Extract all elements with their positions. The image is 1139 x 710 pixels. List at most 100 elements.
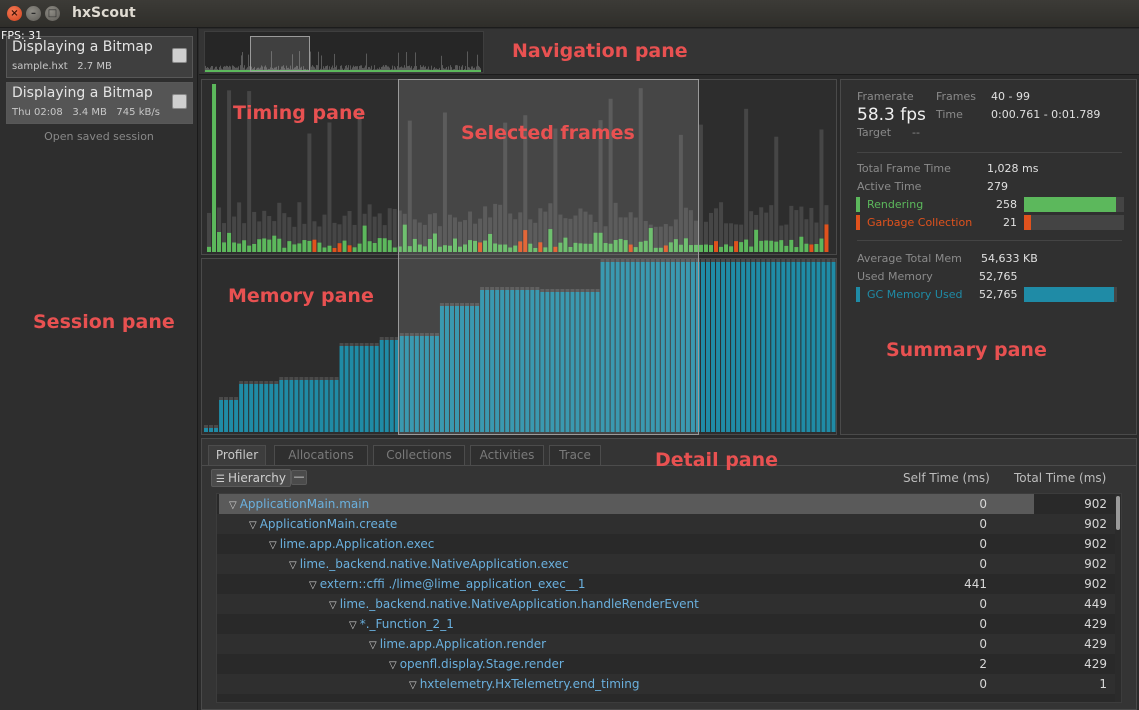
- nav-frame-bar: [415, 52, 416, 72]
- nav-render-bar: [318, 70, 319, 72]
- nav-render-bar: [320, 70, 321, 72]
- nav-frame-bar: [310, 51, 311, 72]
- row-name[interactable]: ▽ lime._backend.native.NativeApplication.…: [289, 554, 569, 576]
- row-name[interactable]: ▽ lime.app.Application.exec: [269, 534, 434, 556]
- memory-bar: [781, 262, 786, 432]
- memory-bar: [309, 380, 314, 432]
- row-self-time: 0: [979, 517, 987, 531]
- row-label: lime.app.Application.exec: [279, 537, 435, 551]
- row-name[interactable]: ▽ lime._backend.native.NativeApplication.…: [329, 594, 699, 616]
- gc-bar: [1024, 215, 1031, 230]
- nav-render-bar: [355, 70, 356, 72]
- expand-triangle-icon[interactable]: ▽: [249, 520, 257, 531]
- memory-bar: [259, 384, 264, 432]
- table-row[interactable]: ▽ ApplicationMain.main 0 902: [217, 494, 1121, 516]
- frame-time-bar: [749, 211, 754, 252]
- memory-bar: [219, 400, 224, 432]
- nav-frame-bar: [321, 55, 322, 72]
- row-name[interactable]: ▽ *._Function_2_1: [349, 614, 454, 636]
- close-window-button[interactable]: ×: [7, 6, 22, 21]
- row-label: ApplicationMain.create: [259, 517, 398, 531]
- session-item[interactable]: Displaying a Bitmap sample.hxt 2.7 MB: [6, 36, 193, 78]
- session-name: Displaying a Bitmap: [12, 85, 153, 101]
- memory-overhead-bar: [731, 259, 736, 262]
- memory-overhead-bar: [304, 377, 309, 380]
- open-saved-session-link[interactable]: Open saved session: [0, 130, 198, 143]
- session-checkbox[interactable]: [172, 94, 187, 109]
- nav-render-bar: [476, 70, 477, 72]
- tab-activities[interactable]: Activities: [470, 445, 544, 465]
- memory-overhead-bar: [229, 397, 234, 400]
- tab-profiler[interactable]: Profiler: [208, 445, 266, 465]
- table-row[interactable]: ▽ extern::cffi ./lime@lime_application_ex…: [217, 574, 1121, 596]
- minimize-window-button[interactable]: –: [26, 6, 41, 21]
- row-name[interactable]: ▽ lime.app.Application.render: [369, 634, 546, 656]
- memory-bar: [776, 262, 781, 432]
- row-name[interactable]: ▽ ApplicationMain.main: [229, 494, 369, 516]
- tab-allocations[interactable]: Allocations: [274, 445, 368, 465]
- nav-render-bar: [471, 70, 472, 72]
- annotation-selected: Selected frames: [461, 122, 635, 144]
- expand-triangle-icon[interactable]: ▽: [389, 660, 397, 671]
- expand-triangle-icon[interactable]: ▽: [289, 560, 297, 571]
- nav-render-bar: [468, 70, 469, 72]
- memory-overhead-bar: [781, 259, 786, 262]
- nav-render-bar: [319, 70, 320, 72]
- expand-triangle-icon[interactable]: ▽: [269, 540, 277, 551]
- tab-trace[interactable]: Trace: [549, 445, 601, 465]
- row-name[interactable]: ▽ openfl.display.Stage.render: [389, 654, 564, 676]
- total-time-column-header[interactable]: Total Time (ms): [1014, 471, 1106, 485]
- scrollbar-thumb[interactable]: [1116, 496, 1120, 530]
- table-row[interactable]: ▽ ApplicationMain.create 0 902: [217, 514, 1121, 536]
- render-time-bar: [232, 242, 237, 252]
- memory-bar: [249, 384, 254, 432]
- render-time-bar: [342, 240, 347, 252]
- nav-render-bar: [442, 70, 443, 72]
- maximize-window-button[interactable]: □: [45, 6, 60, 21]
- expand-triangle-icon[interactable]: ▽: [369, 640, 377, 651]
- row-label: *._Function_2_1: [359, 617, 454, 631]
- expand-triangle-icon[interactable]: ▽: [309, 580, 317, 591]
- tree-scrollbar[interactable]: [1115, 494, 1121, 702]
- nav-render-bar: [462, 70, 463, 72]
- render-time-bar: [322, 247, 327, 252]
- nav-render-bar: [343, 70, 344, 72]
- gc-time-bar: [347, 245, 352, 252]
- nav-render-bar: [228, 70, 229, 72]
- table-row[interactable]: ▽ lime.app.Application.render 0 429: [217, 634, 1121, 656]
- expand-triangle-icon[interactable]: ▽: [409, 680, 417, 691]
- row-name[interactable]: ▽ extern::cffi ./lime@lime_application_ex…: [309, 574, 586, 596]
- memory-bar: [379, 340, 384, 432]
- nav-render-bar: [243, 70, 244, 72]
- expand-triangle-icon[interactable]: ▽: [349, 620, 357, 631]
- hierarchy-button[interactable]: ☰ Hierarchy: [211, 469, 292, 487]
- table-row[interactable]: ▽ lime.app.Application.exec 0 902: [217, 534, 1121, 556]
- render-time-bar: [774, 241, 779, 252]
- table-row[interactable]: ▽ lime._backend.native.NativeApplication.…: [217, 554, 1121, 576]
- expand-triangle-icon[interactable]: ▽: [229, 500, 237, 511]
- render-time-bar: [237, 243, 242, 252]
- navigation-viewport-handle[interactable]: [250, 36, 310, 72]
- memory-overhead-bar: [706, 259, 710, 262]
- collapse-all-button[interactable]: —: [291, 470, 307, 485]
- row-name[interactable]: ▽ ApplicationMain.create: [249, 514, 397, 536]
- navigation-strip[interactable]: [204, 31, 484, 73]
- self-time-column-header[interactable]: Self Time (ms): [903, 471, 990, 485]
- expand-triangle-icon[interactable]: ▽: [329, 600, 337, 611]
- frames-value: 40 - 99: [991, 90, 1030, 103]
- profiler-tree[interactable]: ▽ hxtelemetry.HxTelemetry.end_timing 0 1 ▽ op…: [216, 493, 1122, 703]
- row-name[interactable]: ▽ hxtelemetry.HxTelemetry.end_timing: [409, 674, 639, 696]
- table-row[interactable]: ▽ hxtelemetry.HxTelemetry.end_timing 0 1: [217, 674, 1121, 696]
- table-row[interactable]: ▽ *._Function_2_1 0 429: [217, 614, 1121, 636]
- table-row[interactable]: ▽ lime._backend.native.NativeApplication.…: [217, 594, 1121, 616]
- memory-overhead-bar: [209, 425, 214, 428]
- table-row[interactable]: ▽ openfl.display.Stage.render 2 429: [217, 654, 1121, 676]
- memory-overhead-bar: [339, 343, 344, 346]
- memory-overhead-bar: [349, 343, 354, 346]
- session-checkbox[interactable]: [172, 48, 187, 63]
- row-label: hxtelemetry.HxTelemetry.end_timing: [419, 677, 640, 691]
- memory-overhead-bar: [314, 377, 319, 380]
- tab-collections[interactable]: Collections: [373, 445, 465, 465]
- session-item[interactable]: Displaying a Bitmap Thu 02:08 3.4 MB 745…: [6, 82, 193, 124]
- gc-time-bar: [824, 224, 829, 252]
